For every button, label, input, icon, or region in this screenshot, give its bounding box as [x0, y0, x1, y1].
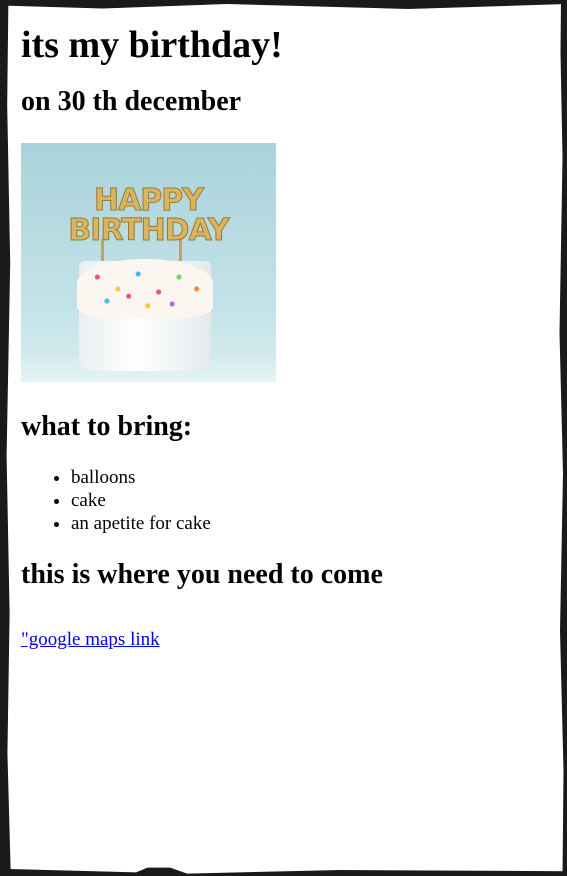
- list-item: cake: [71, 489, 551, 512]
- birthday-cake-image: HAPPY BIRTHDAY: [21, 143, 276, 382]
- page-content: its my birthday! on 30 th december HAPPY…: [21, 0, 551, 651]
- cake-topper-birthday: BIRTHDAY: [68, 213, 230, 248]
- bring-list: balloons cake an apetite for cake: [21, 466, 551, 535]
- location-heading: this is where you need to come: [21, 559, 383, 590]
- frame-left-edge: [0, 0, 11, 876]
- frame-right-edge: [559, 0, 567, 876]
- bring-heading: what to bring:: [21, 411, 193, 442]
- frame-bottom-edge: [0, 867, 567, 876]
- list-item: balloons: [71, 466, 551, 489]
- cake-sprinkles: [77, 259, 213, 319]
- google-maps-link[interactable]: "google maps link: [21, 628, 160, 651]
- page-title: its my birthday!: [21, 24, 283, 66]
- list-item: an apetite for cake: [71, 512, 551, 535]
- date-heading: on 30 th december: [21, 86, 242, 117]
